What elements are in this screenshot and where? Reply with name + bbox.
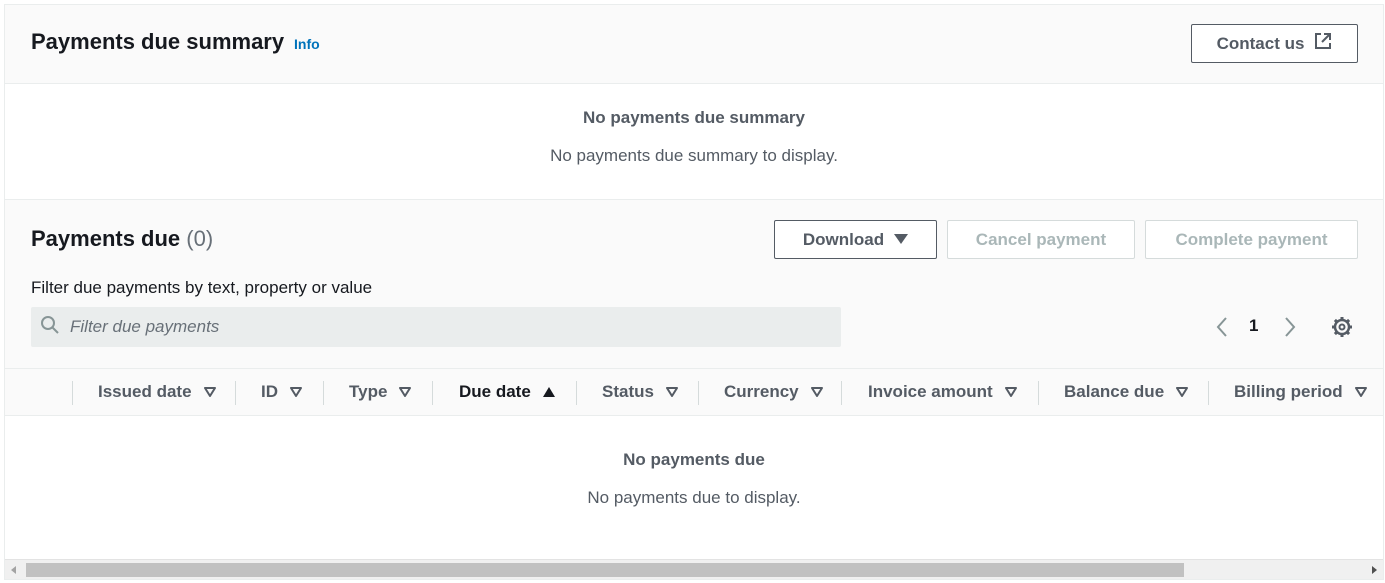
column-separator [432,381,433,405]
column-label: Balance due [1064,382,1165,401]
horizontal-scrollbar[interactable] [5,559,1383,579]
column-separator [1208,381,1209,405]
sort-caret-down-icon [1354,387,1367,397]
complete-payment-button[interactable]: Complete payment [1145,220,1358,259]
info-link[interactable]: Info [294,36,320,52]
column-separator [576,381,577,405]
summary-header: Payments due summary Info Contact us [5,5,1383,84]
column-separator [235,381,236,405]
search-icon [40,315,60,340]
summary-empty-title: No payments due summary [582,108,805,127]
settings-gear-icon[interactable] [1330,315,1354,344]
column-label: Due date [459,382,531,401]
column-currency[interactable]: Currency [724,369,823,415]
column-due-date[interactable]: Due date [459,369,555,415]
download-label: Download [802,229,885,249]
column-label: Billing period [1234,382,1343,401]
payments-due-header: Payments due (0) Download Cancel payment… [5,200,1383,368]
sort-caret-down-icon [1176,387,1189,397]
column-separator [698,381,699,405]
payments-due-count: (0) [186,226,214,251]
column-separator [72,381,73,405]
sort-caret-down-icon [665,387,678,397]
sort-caret-down-icon [203,387,216,397]
column-label: Type [349,382,388,401]
column-id[interactable]: ID [261,369,302,415]
filter-label: Filter due payments by text, property or… [31,278,373,297]
column-status[interactable]: Status [602,369,678,415]
scrollbar-thumb[interactable] [26,563,1184,577]
column-issued-date[interactable]: Issued date [98,369,216,415]
column-label: ID [261,382,278,401]
column-label: Invoice amount [868,382,993,401]
cancel-payment-button[interactable]: Cancel payment [947,220,1135,259]
payments-page: Payments due summary Info Contact us No … [4,4,1384,580]
summary-empty-text: No payments due summary to display. [550,146,838,165]
column-separator [323,381,324,405]
sort-caret-down-icon [810,387,823,397]
table-header: Issued date ID Type Due date Status Curr… [5,368,1383,416]
column-label: Currency [724,382,799,401]
contact-us-button[interactable]: Contact us [1191,24,1358,63]
column-separator [841,381,842,405]
column-balance-due[interactable]: Balance due [1064,369,1189,415]
summary-empty-state: No payments due summary No payments due … [5,84,1383,200]
column-label: Status [602,382,654,401]
sort-caret-down-icon [1004,387,1017,397]
caret-down-icon [894,230,909,250]
column-label: Issued date [98,382,192,401]
previous-page-icon[interactable] [1215,316,1229,343]
table-empty-title: No payments due [623,450,765,469]
filter-input[interactable] [70,317,810,337]
scroll-left-arrow-icon[interactable] [11,566,16,574]
payments-due-title: Payments due (0) [31,226,213,252]
external-link-icon [1314,32,1332,55]
next-page-icon[interactable] [1283,316,1297,343]
column-invoice-amount[interactable]: Invoice amount [868,369,1017,415]
download-button[interactable]: Download [774,220,937,259]
sort-caret-down-icon [399,387,412,397]
scroll-right-arrow-icon[interactable] [1372,566,1377,574]
column-separator [1038,381,1039,405]
column-billing-period[interactable]: Billing period [1234,369,1367,415]
sort-ascending-icon [542,387,555,397]
contact-us-label: Contact us [1216,33,1305,53]
page-number[interactable]: 1 [1249,316,1258,336]
table-empty-text: No payments due to display. [587,488,801,507]
table-empty-state: No payments due No payments due to displ… [5,416,1383,559]
filter-search-box[interactable] [31,307,841,347]
payments-due-title-text: Payments due [31,226,181,251]
summary-title: Payments due summary [31,29,285,54]
column-type[interactable]: Type [349,369,412,415]
sort-caret-down-icon [290,387,302,397]
